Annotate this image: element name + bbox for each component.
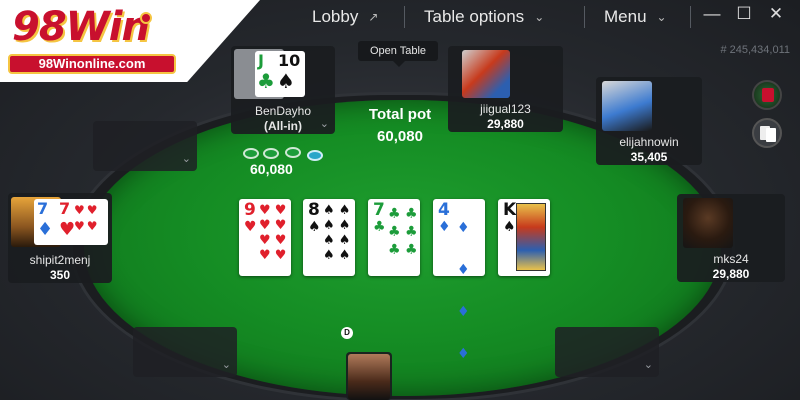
player-name: BenDayho xyxy=(254,104,312,118)
board-card: 4 ♦ ♦ ♦ ♦ ♦ xyxy=(433,199,485,362)
player-seat-mks24[interactable]: mks24 29,880 xyxy=(677,194,785,282)
chip-icon xyxy=(263,148,279,159)
external-arrow-icon: ↗ xyxy=(368,10,379,24)
player-seat-shipit2menj[interactable]: 7 ♦ 7 ♥ ♥♥ ♥♥ shipit2menj 350 xyxy=(8,193,112,283)
divider xyxy=(690,6,691,28)
hole-card: 7 ♥ ♥♥ ♥♥ xyxy=(56,199,108,245)
chevron-down-icon: ⌄ xyxy=(656,10,667,24)
player-name: shipit2menj xyxy=(29,253,91,267)
cards-icon[interactable] xyxy=(752,118,782,148)
player-seat-jiigual123[interactable]: jiigual123 29,880 xyxy=(448,46,563,132)
open-table-tooltip: Open Table xyxy=(358,41,438,67)
close-button[interactable]: ✕ xyxy=(766,4,786,24)
total-pot-value: 60,080 xyxy=(377,128,423,145)
avatar xyxy=(602,81,652,131)
player-stack: 29,880 xyxy=(712,267,750,281)
total-pot-label: Total pot xyxy=(368,106,432,123)
empty-seat[interactable] xyxy=(133,327,237,377)
maximize-button[interactable]: ☐ xyxy=(734,4,754,24)
lobby-label: Lobby xyxy=(312,7,359,26)
player-stack: 35,405 xyxy=(630,150,668,164)
empty-seat[interactable] xyxy=(555,327,659,377)
minimize-button[interactable]: — xyxy=(702,4,722,24)
table-options-label: Table options xyxy=(424,7,525,26)
avatar xyxy=(462,50,510,98)
king-face-icon xyxy=(516,203,546,271)
chip-icon xyxy=(243,148,259,159)
bet-amount: 60,080 xyxy=(250,161,293,177)
player-stack: 29,880 xyxy=(487,117,524,131)
menu-button[interactable]: Menu ⌄ xyxy=(604,4,667,30)
board-card: 9 ♥ ♥ ♥ ♥ ♥ ♥ ♥ ♥ ♥ xyxy=(239,199,291,276)
chevron-down-icon: ⌄ xyxy=(534,10,545,24)
player-name: mks24 xyxy=(713,252,749,266)
chevron-down-icon[interactable]: ⌄ xyxy=(320,117,329,130)
top-bar: Lobby ↗ Table options ⌄ Menu ⌄ — ☐ ✕ xyxy=(0,0,800,34)
player-seat-bendayho[interactable]: J ♣ 10 ♠ BenDayho (All-in) ⌄ xyxy=(231,46,335,134)
lobby-button[interactable]: Lobby ↗ xyxy=(312,4,378,30)
player-name: jiigual123 xyxy=(480,102,531,116)
menu-label: Menu xyxy=(604,7,647,26)
board-card: K ♠ xyxy=(498,199,550,276)
table-options-button[interactable]: Table options ⌄ xyxy=(424,4,544,30)
player-seat-elijahnowin[interactable]: elijahnowin 35,405 xyxy=(596,77,702,165)
dealer-button: D xyxy=(341,327,353,339)
player-name: elijahnowin xyxy=(619,135,679,149)
player-seat-hero[interactable] xyxy=(346,352,392,400)
empty-seat[interactable] xyxy=(93,121,197,171)
board-card: 8 ♠ ♠ ♠ ♠ ♠ ♠ ♠ ♠ ♠ xyxy=(303,199,355,276)
divider xyxy=(404,6,405,28)
avatar xyxy=(683,198,733,248)
chip-icon xyxy=(307,150,323,161)
table-id: # 245,434,011 xyxy=(720,44,790,56)
board-card: 7 ♣ ♣ ♣ ♣ ♣ ♣ ♣ xyxy=(368,199,420,276)
chip-icon xyxy=(285,147,301,158)
table-stats-icon[interactable] xyxy=(752,80,782,110)
hole-card: 10 ♠ xyxy=(275,51,305,97)
avatar xyxy=(348,354,390,400)
player-stack: 350 xyxy=(49,268,71,282)
brand-site: 98Winonline.com xyxy=(8,54,176,74)
divider xyxy=(584,6,585,28)
